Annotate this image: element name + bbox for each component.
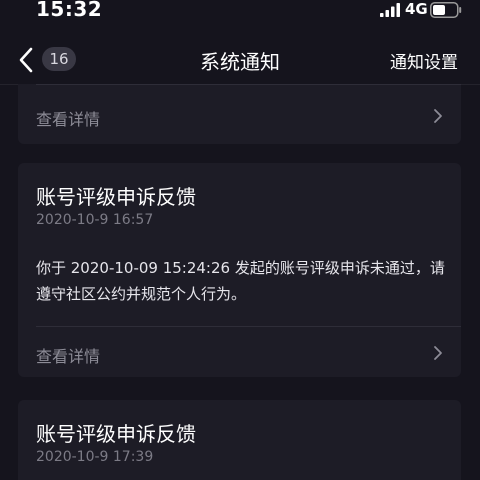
nav-bar: 16 系统通知 通知设置 — [0, 24, 480, 85]
battery-icon — [430, 2, 462, 18]
view-details-link[interactable]: 查看详情 — [36, 343, 100, 367]
view-details-link[interactable]: 查看详情 — [36, 106, 100, 130]
status-bar: 15:32 4G — [0, 0, 480, 24]
notification-date: 2020-10-9 16:57 — [36, 212, 154, 228]
network-type: 4G — [405, 0, 428, 18]
notification-card: 查看详情 — [18, 84, 461, 144]
card-divider — [36, 84, 461, 85]
unread-count-badge[interactable]: 16 — [42, 47, 76, 71]
chevron-right-icon[interactable] — [433, 345, 443, 361]
notification-date: 2020-10-9 17:39 — [36, 449, 154, 465]
notification-card: 账号评级申诉反馈 2020-10-9 17:39 — [18, 400, 461, 480]
notification-card: 账号评级申诉反馈 2020-10-9 16:57 你于 2020-10-09 1… — [18, 163, 461, 377]
notification-body: 你于 2020-10-09 15:24:26 发起的账号评级申诉未通过，请遵守社… — [36, 259, 445, 303]
chevron-left-icon[interactable] — [18, 47, 34, 73]
notification-title: 账号评级申诉反馈 — [36, 422, 196, 446]
page-title: 系统通知 — [200, 50, 280, 74]
notification-title: 账号评级申诉反馈 — [36, 185, 196, 209]
signal-icon — [380, 3, 400, 17]
card-divider — [36, 326, 461, 327]
notification-settings-button[interactable]: 通知设置 — [390, 48, 458, 73]
chevron-right-icon[interactable] — [433, 108, 443, 124]
status-time: 15:32 — [36, 0, 103, 21]
notifications-screen: 15:32 4G 16 系统通知 通知设置 查看详情 账号评级申诉反馈 2020… — [0, 0, 480, 480]
